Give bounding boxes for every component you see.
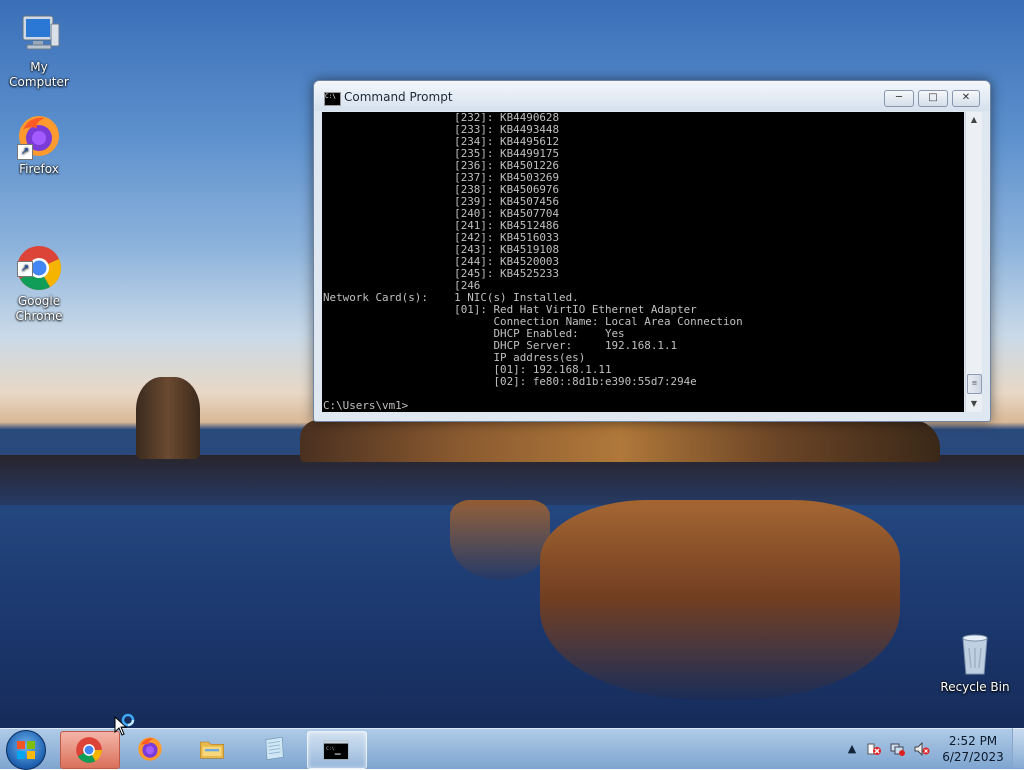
scroll-down-icon[interactable]: ▼	[966, 396, 982, 412]
desktop-icon-label: Firefox	[19, 162, 59, 176]
wallpaper-rock-ridge	[300, 420, 940, 462]
notepad-icon	[265, 736, 284, 760]
scroll-up-icon[interactable]: ▲	[966, 112, 982, 128]
wallpaper-shore	[0, 455, 1024, 505]
svg-text:C:\: C:\	[326, 746, 335, 752]
wallpaper-reflection-small	[450, 500, 550, 580]
show-desktop-button[interactable]	[1012, 728, 1024, 768]
busy-spinner-icon	[121, 713, 135, 727]
firefox-icon	[138, 737, 162, 761]
cmd-icon: C:\	[324, 92, 341, 106]
taskbar-item-notepad[interactable]	[246, 731, 304, 767]
taskbar-item-command-prompt[interactable]: C:\	[307, 731, 367, 769]
desktop-icon-recycle-bin[interactable]: Recycle Bin	[936, 630, 1014, 695]
computer-icon	[15, 10, 63, 58]
scroll-thumb[interactable]: ≡	[967, 374, 982, 394]
desktop-icon-label: Recycle Bin	[940, 680, 1010, 694]
action-center-icon[interactable]	[866, 742, 882, 756]
wallpaper-reflection	[540, 500, 900, 700]
shortcut-arrow-icon: ↗	[17, 144, 33, 160]
clock-time: 2:52 PM	[948, 734, 998, 748]
maximize-button[interactable]: □	[918, 90, 948, 107]
desktop-icon-my-computer[interactable]: My Computer	[0, 10, 78, 90]
console-text: [232]: KB4490628 [233]: KB4493448 [234]:…	[323, 112, 743, 412]
chrome-icon	[76, 737, 102, 763]
taskbar-clock[interactable]: 2:52 PM 6/27/2023	[940, 733, 1006, 765]
window-titlebar[interactable]: C:\ Command Prompt ─ □ ✕	[314, 81, 990, 111]
recycle-bin-icon	[951, 630, 999, 678]
command-prompt-window[interactable]: C:\ Command Prompt ─ □ ✕ [232]: KB449062…	[313, 80, 991, 422]
wallpaper-sea-stack	[136, 377, 200, 459]
window-title: Command Prompt	[344, 90, 453, 104]
taskbar-item-explorer[interactable]	[184, 731, 242, 767]
console-output[interactable]: [232]: KB4490628 [233]: KB4493448 [234]:…	[322, 112, 964, 412]
taskbar-item-firefox[interactable]	[122, 731, 180, 767]
taskbar: C:\ ▲	[0, 728, 1024, 770]
desktop-icon-firefox[interactable]: ↗ Firefox	[0, 112, 78, 177]
start-button[interactable]	[6, 730, 46, 770]
folder-icon	[200, 741, 224, 759]
firefox-icon: ↗	[15, 112, 63, 160]
taskbar-item-chrome[interactable]	[60, 731, 120, 769]
volume-muted-icon[interactable]	[914, 741, 930, 757]
network-icon[interactable]	[890, 742, 906, 756]
cmd-icon: C:\	[323, 740, 349, 760]
shortcut-arrow-icon: ↗	[17, 261, 33, 277]
close-button[interactable]: ✕	[952, 90, 980, 107]
desktop-icon-label: Google Chrome	[15, 294, 63, 323]
desktop-icon-label: My Computer	[9, 60, 69, 89]
chrome-icon: ↗	[15, 229, 63, 290]
vertical-scrollbar[interactable]: ▲ ≡ ▼	[965, 112, 982, 412]
show-hidden-icons-icon[interactable]: ▲	[844, 742, 860, 756]
desktop-icon-google-chrome[interactable]: ↗ Google Chrome	[0, 214, 78, 324]
clock-date: 6/27/2023	[942, 750, 1004, 764]
windows-logo-icon	[17, 741, 35, 759]
minimize-button[interactable]: ─	[884, 90, 914, 107]
